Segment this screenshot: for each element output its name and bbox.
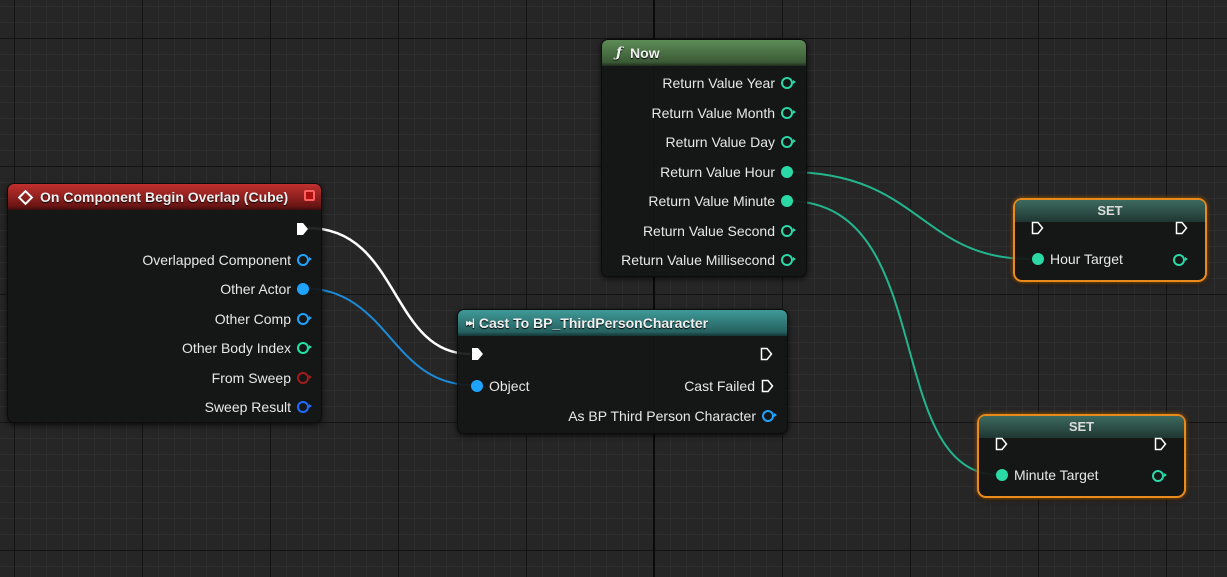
event-node-header[interactable]: On Component Begin Overlap (Cube): [8, 184, 321, 210]
hour-target-label: Hour Target: [1050, 251, 1123, 267]
now-pin-row: Return Value Year: [662, 75, 796, 91]
cast-node[interactable]: ▸▸| Cast To BP_ThirdPersonCharacter Obje…: [457, 309, 788, 434]
delegate-pin-icon[interactable]: [304, 190, 315, 201]
cast-exec-out-pin[interactable]: [760, 347, 773, 361]
set-hour-var-row: Hour Target: [1032, 251, 1123, 267]
event-output-pin[interactable]: [297, 254, 312, 266]
now-node-header[interactable]: ƒ Now: [602, 40, 806, 66]
event-output-pin[interactable]: [297, 401, 312, 413]
now-output-pin[interactable]: [781, 254, 796, 266]
set-hour-exec-in-pin[interactable]: [1031, 221, 1044, 235]
event-pin-row: Sweep Result: [204, 399, 312, 415]
now-output-pin[interactable]: [781, 195, 793, 207]
now-output-pin[interactable]: [781, 165, 793, 178]
event-pin-row: From Sweep: [211, 369, 312, 386]
now-pin-row: Return Value Day: [665, 134, 796, 150]
now-pin-label: Return Value Month: [651, 104, 775, 121]
event-pin-label: Sweep Result: [204, 399, 291, 415]
set-hour-header: SET: [1015, 200, 1205, 222]
set-hour-exec-out-pin[interactable]: [1175, 221, 1188, 235]
event-node-title: On Component Begin Overlap (Cube): [40, 189, 289, 205]
now-output-pin[interactable]: [781, 77, 796, 89]
event-pin-label: From Sweep: [211, 369, 291, 386]
event-pin-row: Other Body Index: [182, 340, 312, 357]
cast-as-row: As BP Third Person Character: [568, 408, 777, 424]
event-output-pin[interactable]: [297, 283, 309, 296]
event-pin-label: Other Comp: [214, 310, 291, 327]
set-minute-node[interactable]: SET Minute Target: [977, 414, 1186, 498]
event-pin-row: Overlapped Component: [142, 252, 312, 268]
cast-node-header[interactable]: ▸▸| Cast To BP_ThirdPersonCharacter: [458, 310, 787, 336]
event-pin-label: Overlapped Component: [142, 252, 291, 268]
event-diamond-icon: [17, 189, 34, 205]
now-pin-row: Return Value Second: [642, 222, 796, 239]
exec-out-pin[interactable]: [296, 222, 309, 236]
event-pin-row: Other Actor: [220, 281, 309, 297]
minute-target-label: Minute Target: [1014, 467, 1099, 483]
cast-exec-in-pin[interactable]: [471, 347, 484, 361]
event-output-pin[interactable]: [297, 342, 312, 355]
now-pin-row: Return Value Minute: [648, 193, 793, 209]
function-icon: ƒ: [616, 45, 623, 61]
cast-failed-label: Cast Failed: [684, 378, 755, 394]
as-character-pin[interactable]: [762, 410, 777, 422]
cast-node-title: Cast To BP_ThirdPersonCharacter: [478, 315, 709, 331]
object-label: Object: [489, 378, 530, 394]
exec-wire[interactable]: [307, 226, 471, 356]
hour-out-pin[interactable]: [1173, 254, 1188, 266]
now-pin-label: Return Value Millisecond: [621, 252, 775, 268]
event-pin-label: Other Actor: [220, 281, 291, 298]
now-pin-row: Return Value Millisecond: [621, 252, 796, 268]
now-node[interactable]: ƒ Now Return Value Year Return Value Mont…: [601, 39, 807, 277]
minute-wire[interactable]: [787, 200, 1001, 476]
actor-object-wire[interactable]: [301, 287, 473, 386]
cast-failed-row: Cast Failed: [684, 378, 774, 394]
set-minute-var-row: Minute Target: [996, 467, 1099, 483]
object-in-pin[interactable]: [471, 380, 483, 392]
now-pin-label: Return Value Second: [642, 222, 775, 239]
as-character-label: As BP Third Person Character: [568, 408, 756, 424]
event-node[interactable]: On Component Begin Overlap (Cube) Overla…: [7, 183, 322, 423]
cast-failed-pin[interactable]: [761, 379, 774, 393]
cast-icon: ▸▸|: [466, 317, 475, 329]
minute-out-pin[interactable]: [1152, 470, 1167, 482]
event-output-pin[interactable]: [297, 312, 312, 325]
now-output-pin[interactable]: [781, 136, 796, 148]
set-minute-exec-out-pin[interactable]: [1154, 437, 1167, 451]
event-pin-row: Other Comp: [214, 310, 312, 327]
set-minute-header: SET: [979, 416, 1184, 438]
set-hour-node[interactable]: SET Hour Target: [1013, 198, 1207, 282]
event-pin-label: Other Body Index: [182, 340, 291, 357]
now-output-pin[interactable]: [781, 106, 796, 119]
set-minute-exec-in-pin[interactable]: [995, 437, 1008, 451]
now-pin-label: Return Value Day: [665, 134, 775, 150]
event-output-pin[interactable]: [297, 371, 312, 384]
now-node-title: Now: [630, 45, 660, 61]
now-pin-row: Return Value Hour: [660, 164, 793, 180]
now-pin-row: Return Value Month: [651, 104, 796, 121]
now-output-pin[interactable]: [781, 224, 796, 237]
minute-in-pin[interactable]: [996, 469, 1008, 481]
hour-wire[interactable]: [787, 171, 1031, 260]
now-pin-label: Return Value Minute: [648, 193, 775, 209]
now-pin-label: Return Value Year: [662, 75, 775, 91]
cast-object-row: Object: [471, 378, 529, 394]
now-pin-label: Return Value Hour: [660, 163, 775, 180]
hour-in-pin[interactable]: [1032, 253, 1044, 265]
